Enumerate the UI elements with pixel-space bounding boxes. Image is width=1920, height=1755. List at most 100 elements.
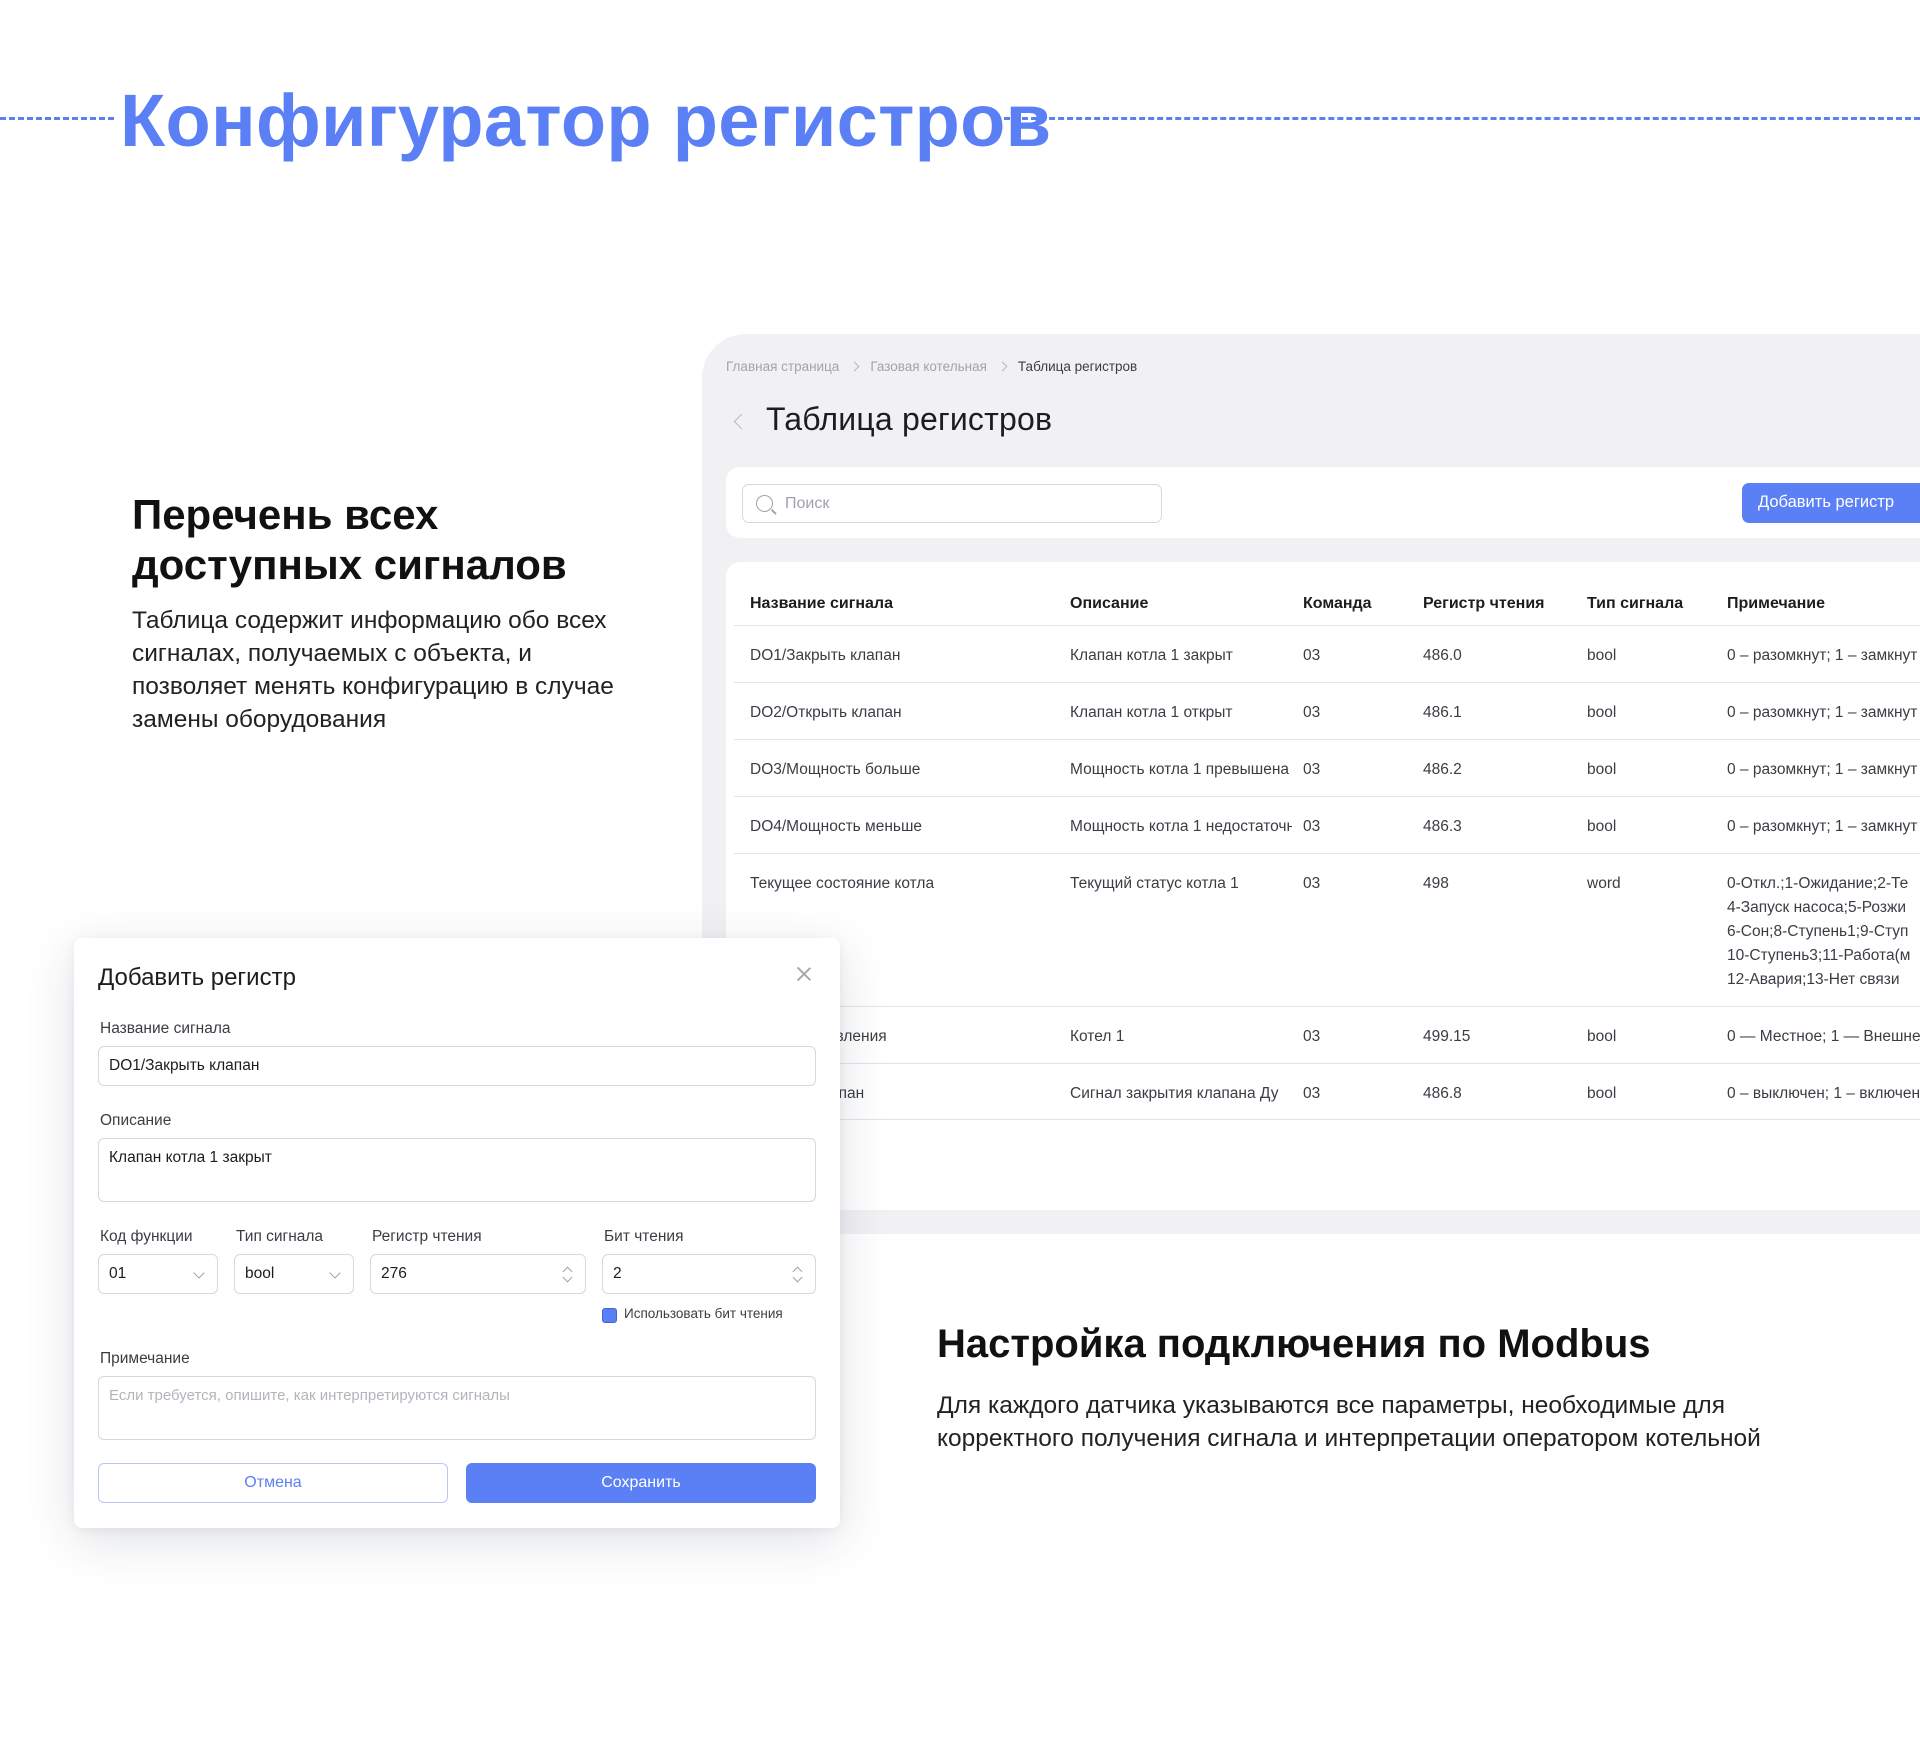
table-row[interactable]: DO4/Мощность меньше Мощность котла 1 нед… [734, 797, 1920, 854]
search-placeholder: Поиск [785, 495, 830, 512]
cell-note: 0 — Местное; 1 — Внешнее [1727, 1028, 1920, 1045]
page-title: Таблица регистров [766, 401, 1053, 437]
cell-name: DO2/Открыть клапан [750, 704, 902, 721]
add-register-modal: Добавить регистр Название сигнала DO1/За… [74, 938, 840, 1528]
stepper-arrows-icon[interactable] [792, 1266, 802, 1284]
cancel-button[interactable]: Отмена [98, 1463, 448, 1503]
use-read-bit-checkbox[interactable] [602, 1308, 617, 1323]
table-row[interactable]: DO3/Мощность больше Мощность котла 1 пре… [734, 740, 1920, 797]
breadcrumb-current: Таблица регистров [1017, 359, 1138, 374]
app-panel: Главная страница Газовая котельная Табли… [702, 334, 1920, 1234]
search-input[interactable]: Поиск [742, 484, 1162, 523]
table-row[interactable]: DO1/Закрыть клапан Клапан котла 1 закрыт… [734, 626, 1920, 683]
cell-description: Мощность котла 1 недостаточна [1070, 818, 1292, 835]
toolbar: Поиск Добавить регистр [726, 467, 1920, 538]
close-icon[interactable] [796, 966, 812, 982]
cell-description: Мощность котла 1 превышена [1070, 761, 1290, 778]
cell-description: Сигнал закрытия клапана Ду [1070, 1085, 1279, 1102]
cell-name: DO1/Закрыть клапан [750, 647, 901, 664]
description-label: Описание [100, 1112, 172, 1129]
back-arrow-icon[interactable] [733, 413, 750, 430]
cell-name: DO4/Мощность меньше [750, 818, 923, 835]
cell-command: 03 [1303, 1028, 1321, 1045]
feature-left-title: Перечень всех доступных сигналов [132, 491, 567, 588]
title-dash-left [0, 117, 114, 120]
signal-name-value: DO1/Закрыть клапан [109, 1057, 260, 1074]
function-code-select[interactable]: 01 [98, 1254, 218, 1294]
read-register-stepper[interactable]: 276 [370, 1254, 586, 1294]
cell-name: Текущее состояние котла [750, 875, 935, 892]
cell-description: Текущий статус котла 1 [1070, 875, 1239, 892]
signal-type-label: Тип сигнала [236, 1228, 324, 1245]
cell-signal-type: bool [1587, 1028, 1617, 1045]
breadcrumb-boiler[interactable]: Газовая котельная [870, 359, 987, 374]
cell-note: 0 – разомкнут; 1 – замкнут [1727, 818, 1918, 835]
cell-signal-type: bool [1587, 1085, 1617, 1102]
signal-type-select[interactable]: bool [234, 1254, 354, 1294]
cell-note: 0-Откл.;1-Ожидание;2-Те 4-Запуск насоса;… [1727, 875, 1911, 988]
function-code-value: 01 [109, 1265, 127, 1282]
chevron-down-icon [193, 1267, 205, 1279]
cell-read-register: 499.15 [1423, 1028, 1471, 1045]
registers-table: Название сигнала Описание Команда Регист… [726, 562, 1920, 1210]
table-row[interactable]: Текущее состояние котла Текущий статус к… [734, 854, 1920, 1007]
cell-note: 0 – разомкнут; 1 – замкнут [1727, 647, 1918, 664]
cell-command: 03 [1303, 704, 1321, 721]
use-read-bit-label: Использовать бит чтения [624, 1306, 783, 1321]
breadcrumb: Главная страница Газовая котельная Табли… [726, 359, 1137, 374]
title-dash-right [995, 117, 1920, 120]
cell-signal-type: bool [1587, 647, 1617, 664]
signal-name-field[interactable]: DO1/Закрыть клапан [98, 1046, 816, 1086]
cell-command: 03 [1303, 1085, 1321, 1102]
signal-type-value: bool [245, 1265, 275, 1282]
cell-description: Клапан котла 1 открыт [1070, 704, 1233, 721]
cell-description: Клапан котла 1 закрыт [1070, 647, 1233, 664]
description-field[interactable]: Клапан котла 1 закрыт [98, 1138, 816, 1202]
chevron-down-icon [329, 1267, 341, 1279]
chevron-right-icon [997, 361, 1008, 372]
add-register-button[interactable]: Добавить регистр [1742, 483, 1920, 523]
cell-command: 03 [1303, 647, 1321, 664]
cell-description: Котел 1 [1070, 1028, 1125, 1045]
feature-right-text: Для каждого датчика указываются все пара… [937, 1392, 1761, 1452]
cell-note: 0 – выключен; 1 – включен [1727, 1085, 1920, 1102]
chevron-right-icon [849, 361, 860, 372]
cell-signal-type: bool [1587, 704, 1617, 721]
note-placeholder: Если требуется, опишите, как интерпретир… [109, 1387, 510, 1404]
cell-command: 03 [1303, 761, 1321, 778]
hero-title: Конфигуратор регистров [120, 79, 1052, 162]
table-row[interactable]: Режим управления Котел 1 03 499.15 bool … [734, 1007, 1920, 1064]
breadcrumb-home[interactable]: Главная страница [726, 359, 839, 374]
read-register-value: 276 [381, 1265, 407, 1282]
modal-title: Добавить регистр [98, 964, 296, 991]
cell-read-register: 486.8 [1423, 1085, 1462, 1102]
cell-signal-type: bool [1587, 818, 1617, 835]
save-button[interactable]: Сохранить [466, 1463, 816, 1503]
read-bit-value: 2 [613, 1265, 622, 1282]
table-header-divider [734, 562, 1920, 626]
cell-read-register: 486.1 [1423, 704, 1462, 721]
table-row[interactable]: Закрыть клапан Сигнал закрытия клапана Д… [734, 1064, 1920, 1120]
cell-signal-type: word [1587, 875, 1621, 892]
read-register-label: Регистр чтения [372, 1228, 482, 1245]
cell-command: 03 [1303, 875, 1321, 892]
cell-name: DO3/Мощность больше [750, 761, 921, 778]
cell-command: 03 [1303, 818, 1321, 835]
cell-signal-type: bool [1587, 761, 1617, 778]
description-value: Клапан котла 1 закрыт [109, 1149, 272, 1166]
note-label: Примечание [100, 1350, 190, 1367]
stepper-arrows-icon[interactable] [562, 1266, 572, 1284]
table-row[interactable]: DO2/Открыть клапан Клапан котла 1 открыт… [734, 683, 1920, 740]
note-field[interactable]: Если требуется, опишите, как интерпретир… [98, 1376, 816, 1440]
cell-read-register: 498 [1423, 875, 1449, 892]
feature-right-title: Настройка подключения по Modbus [937, 1322, 1651, 1366]
cell-note: 0 – разомкнут; 1 – замкнут [1727, 704, 1918, 721]
feature-left-text: Таблица содержит информацию обо всех сиг… [132, 607, 614, 733]
search-icon [756, 495, 773, 512]
read-bit-stepper[interactable]: 2 [602, 1254, 816, 1294]
add-register-label: Добавить регистр [1758, 493, 1895, 511]
read-bit-label: Бит чтения [604, 1228, 684, 1245]
cell-read-register: 486.0 [1423, 647, 1462, 664]
cell-read-register: 486.2 [1423, 761, 1462, 778]
signal-name-label: Название сигнала [100, 1020, 231, 1037]
